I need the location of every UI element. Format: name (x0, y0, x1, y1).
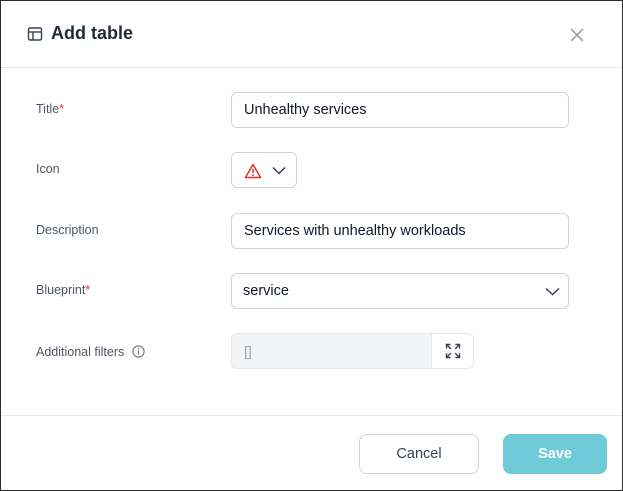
required-mark: * (59, 102, 65, 116)
save-button[interactable]: Save (503, 434, 607, 474)
title-field[interactable] (231, 92, 569, 128)
blueprint-select[interactable]: service (231, 273, 569, 309)
expand-icon (445, 343, 461, 359)
title-label-text: Title (36, 102, 60, 116)
expand-button[interactable] (431, 334, 473, 368)
additional-filters-field[interactable]: [] (231, 333, 474, 369)
blueprint-label: Blueprint* (36, 283, 90, 297)
title-input[interactable] (232, 93, 564, 127)
description-field[interactable] (231, 213, 569, 249)
required-mark: * (85, 283, 91, 297)
warning-icon (244, 163, 262, 179)
blueprint-label-text: Blueprint (36, 283, 86, 297)
cancel-button[interactable]: Cancel (359, 434, 479, 474)
description-label: Description (36, 223, 99, 237)
icon-select[interactable] (231, 152, 297, 188)
additional-filters-value: [] (244, 343, 252, 359)
chevron-down-icon (272, 166, 286, 175)
additional-filters-label-text: Additional filters (36, 345, 125, 359)
dialog-title: Add table (51, 23, 134, 43)
info-icon[interactable] (132, 345, 145, 358)
chevron-down-icon (545, 287, 560, 296)
additional-filters-label: Additional filters (36, 343, 145, 359)
description-input[interactable] (232, 214, 564, 248)
dialog-header: Add table (1, 1, 622, 68)
footer-divider (1, 415, 622, 416)
table-icon (27, 27, 43, 41)
blueprint-value: service (243, 283, 289, 299)
close-icon[interactable] (567, 25, 587, 45)
title-label: Title* (36, 102, 64, 116)
add-table-dialog: Add table Title* Icon Description Bluepr… (0, 0, 623, 491)
icon-label: Icon (36, 162, 60, 176)
